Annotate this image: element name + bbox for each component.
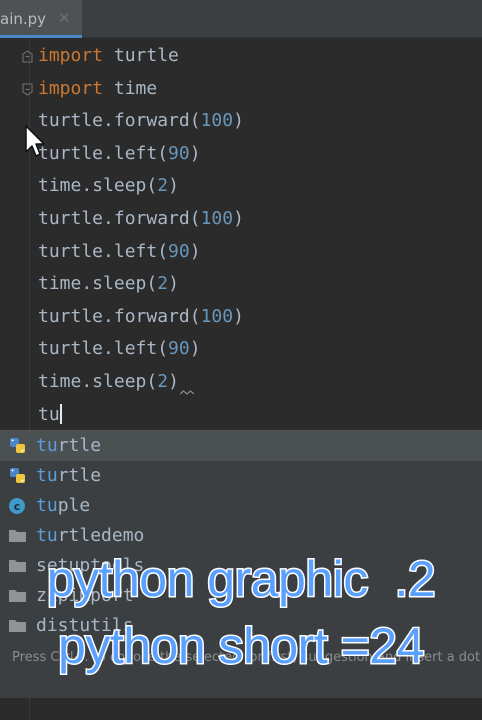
call-token: tu: [38, 403, 60, 425]
completion-item[interactable]: turtle: [0, 461, 482, 491]
video-caption-line-1: python graphic .2: [45, 550, 437, 609]
paren-token: ): [233, 208, 244, 229]
tab-main-py[interactable]: ain.py ✕: [0, 0, 82, 38]
number-token: 2: [157, 175, 169, 197]
keyword-token: import: [38, 77, 104, 99]
completion-item-label: turtle: [36, 433, 101, 459]
number-token: 100: [200, 305, 234, 327]
completion-rest-text: rtledemo: [57, 525, 145, 546]
close-icon[interactable]: ✕: [58, 9, 71, 27]
number-token: 100: [200, 110, 234, 132]
number-token: 90: [168, 240, 190, 262]
tab-label: ain.py: [0, 10, 47, 28]
completion-item[interactable]: c tuple: [0, 491, 482, 521]
code-line[interactable]: turtle.forward(100): [38, 305, 244, 329]
call-token: turtle.forward(: [38, 305, 201, 327]
completion-item-label: turtle: [36, 463, 101, 489]
call-token: turtle.left(: [38, 142, 169, 164]
code-line[interactable]: turtle.left(90): [38, 240, 201, 264]
paren-token: ): [233, 110, 244, 132]
code-line[interactable]: turtle.forward(100): [38, 207, 244, 231]
paren-token: ): [189, 240, 201, 262]
code-line[interactable]: turtle.left(90): [38, 142, 201, 166]
call-token: time.sleep(: [38, 175, 158, 197]
paren-token: ): [168, 175, 179, 197]
number-token: 100: [200, 208, 234, 229]
video-caption-line-2: python short =24: [57, 617, 426, 676]
paren-token: ): [189, 142, 201, 164]
code-line[interactable]: time.sleep(2): [38, 272, 179, 296]
folder-icon: [8, 527, 28, 545]
fold-marker-icon[interactable]: [22, 50, 33, 63]
number-token: 2: [157, 273, 169, 295]
call-token: turtle.left(: [38, 240, 169, 262]
paren-token: ): [189, 338, 201, 360]
code-line[interactable]: tu: [38, 403, 62, 427]
code-line[interactable]: time.sleep(2): [38, 174, 179, 198]
editor-tab-bar: ain.py ✕: [0, 0, 482, 38]
completion-match-text: tu: [36, 435, 58, 456]
paren-token: ): [233, 305, 244, 327]
completion-item[interactable]: turtledemo: [0, 521, 482, 551]
completion-item[interactable]: turtle: [0, 431, 482, 461]
code-line[interactable]: import turtle: [38, 44, 179, 68]
completion-match-text: tu: [36, 495, 58, 516]
completion-match-text: tu: [36, 525, 58, 546]
call-token: turtle.left(: [38, 338, 169, 360]
svg-text:c: c: [14, 500, 21, 513]
text-caret: [59, 403, 62, 424]
weak-warning-squiggle: [180, 390, 194, 395]
completion-item-label: turtledemo: [36, 523, 144, 549]
class-icon: c: [8, 497, 28, 515]
code-line[interactable]: import time: [38, 77, 157, 101]
python-package-icon: [8, 437, 28, 455]
completion-rest-text: rtle: [57, 465, 102, 486]
identifier-token: time: [103, 77, 158, 99]
code-line[interactable]: turtle.forward(100): [38, 109, 244, 133]
completion-item-label: tuple: [36, 493, 90, 519]
mouse-pointer-icon: [25, 125, 45, 157]
keyword-token: import: [38, 45, 104, 66]
python-package-icon: [8, 467, 28, 485]
identifier-token: turtle: [103, 45, 179, 66]
paren-token: ): [168, 371, 179, 392]
completion-match-text: tu: [36, 465, 58, 486]
call-token: turtle.forward(: [38, 110, 201, 132]
call-token: time.sleep(: [38, 273, 158, 295]
call-token: time.sleep(: [38, 371, 158, 392]
completion-rest-text: ple: [57, 495, 91, 516]
completion-rest-text: rtle: [57, 435, 102, 456]
code-line[interactable]: time.sleep(2): [38, 370, 179, 394]
code-line[interactable]: turtle.left(90): [38, 337, 201, 361]
number-token: 90: [168, 338, 190, 360]
call-token: turtle.forward(: [38, 208, 201, 229]
fold-marker-icon[interactable]: [22, 83, 33, 96]
number-token: 90: [168, 142, 190, 164]
paren-token: ): [168, 273, 179, 295]
number-token: 2: [157, 371, 169, 392]
